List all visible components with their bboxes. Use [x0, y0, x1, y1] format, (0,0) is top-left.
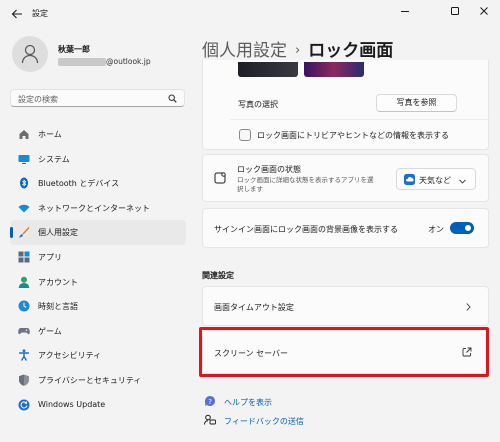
- lock-status-description-1: ロック画面に詳細な状態を表示するアプリを選: [237, 176, 374, 184]
- time-language-icon: [18, 300, 30, 312]
- sidebar-item-gaming[interactable]: ゲーム: [10, 319, 186, 344]
- sidebar-item-windows-update[interactable]: Windows Update: [10, 393, 186, 418]
- help-link[interactable]: ヘルプを表示: [224, 397, 272, 408]
- divider: [230, 119, 489, 120]
- wallpaper-thumbnail[interactable]: [304, 62, 364, 77]
- trivia-checkbox-label: ロック画面にトリビアやヒントなどの情報を表示する: [257, 131, 449, 140]
- window-title: 設定: [32, 9, 48, 18]
- breadcrumb-parent[interactable]: 個人用設定: [202, 41, 287, 61]
- signin-background-label: サインイン画面にロック画面の背景画像を表示する: [214, 225, 398, 234]
- photo-select-label: 写真の選択: [238, 100, 278, 109]
- screen-timeout-label: 画面タイムアウト設定: [214, 303, 294, 312]
- sidebar-item-time-language[interactable]: 時刻と言語: [10, 294, 186, 319]
- signin-background-toggle[interactable]: [450, 222, 474, 234]
- shield-icon: [18, 374, 30, 386]
- close-button[interactable]: [474, 4, 494, 20]
- help-icon: ?: [204, 395, 216, 410]
- sidebar-item-personalization[interactable]: 個人用設定: [10, 220, 186, 245]
- sidebar-item-privacy[interactable]: プライバシーとセキュリティ: [10, 368, 186, 393]
- sidebar-item-system[interactable]: システム: [10, 147, 186, 172]
- search-input[interactable]: 設定の検索: [10, 89, 185, 107]
- email-redaction: [58, 58, 106, 66]
- home-icon: [18, 128, 30, 140]
- toggle-state-label: オン: [428, 225, 444, 234]
- highlight-box: [199, 327, 489, 377]
- breadcrumb: 個人用設定 › ロック画面: [202, 36, 393, 61]
- chevron-right-icon: [466, 303, 471, 314]
- trivia-checkbox[interactable]: [239, 129, 251, 141]
- system-icon: [18, 153, 30, 165]
- account-icon: [18, 276, 30, 288]
- status-screen-icon: [214, 172, 226, 187]
- user-profile[interactable]: 秋葉一郎 @outlook.jp: [12, 36, 192, 76]
- browse-photos-button[interactable]: 写真を参照: [376, 94, 457, 112]
- lock-status-title: ロック画面の状態: [237, 165, 301, 174]
- avatar: [12, 36, 48, 72]
- sidebar-item-accessibility[interactable]: アクセシビリティ: [10, 343, 186, 368]
- active-indicator: [10, 227, 13, 239]
- user-email: @outlook.jp: [106, 57, 151, 66]
- chevron-down-icon: [459, 177, 466, 187]
- sidebar-item-apps[interactable]: アプリ: [10, 245, 186, 270]
- person-icon: [21, 44, 39, 64]
- minimize-button[interactable]: [395, 4, 415, 20]
- lock-status-dropdown[interactable]: 天気など: [396, 168, 476, 190]
- windows-update-icon: [18, 399, 30, 411]
- sidebar-item-network[interactable]: ネットワークとインターネット: [10, 196, 186, 221]
- gaming-icon: [18, 325, 30, 337]
- feedback-icon: [204, 414, 216, 429]
- page-title: ロック画面: [308, 41, 394, 61]
- breadcrumb-separator: ›: [295, 43, 301, 58]
- feedback-link[interactable]: フィードバックの送信: [224, 416, 304, 427]
- sidebar-nav: ホーム システム Bluetooth とデバイス ネットワークとインターネット …: [10, 122, 186, 417]
- sidebar-item-accounts[interactable]: アカウント: [10, 270, 186, 295]
- accessibility-icon: [18, 349, 30, 362]
- sidebar-item-bluetooth[interactable]: Bluetooth とデバイス: [10, 171, 186, 196]
- brush-icon: [18, 226, 30, 238]
- related-settings-header: 関連設定: [202, 271, 234, 280]
- toggle-knob: [465, 225, 471, 231]
- search-icon[interactable]: [168, 94, 177, 106]
- wifi-icon: [18, 202, 30, 214]
- lock-status-description-2: 択します: [237, 185, 263, 193]
- svg-text:?: ?: [208, 398, 212, 406]
- title-bar: 設定: [0, 0, 500, 28]
- wallpaper-thumbnail[interactable]: [238, 62, 298, 77]
- maximize-button[interactable]: [445, 4, 465, 20]
- apps-icon: [18, 251, 30, 263]
- bluetooth-icon: [18, 177, 30, 189]
- search-placeholder: 設定の検索: [18, 95, 58, 104]
- dropdown-value: 天気など: [419, 176, 451, 185]
- sidebar-item-home[interactable]: ホーム: [10, 122, 186, 147]
- back-arrow-icon[interactable]: [10, 7, 24, 21]
- weather-icon: [404, 174, 415, 188]
- user-name: 秋葉一郎: [58, 45, 90, 54]
